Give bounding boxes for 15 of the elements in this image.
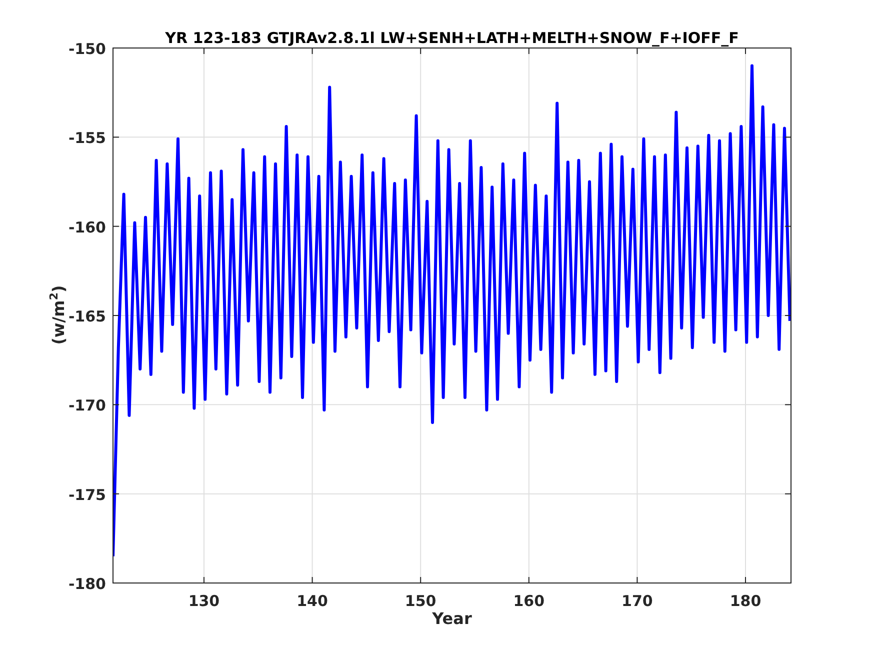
axis-tick-label: -180 <box>68 575 106 593</box>
axis-tick-label: 130 <box>188 592 220 610</box>
axis-tick-label: 170 <box>622 592 653 610</box>
axis-tick-label: 140 <box>296 592 328 610</box>
axis-tick-label: -170 <box>68 396 106 415</box>
axis-tick-label: 150 <box>404 592 436 610</box>
axis-tick-label: -175 <box>68 486 106 504</box>
axis-tick-label: -150 <box>68 40 106 58</box>
axis-tick-label: -165 <box>68 308 106 326</box>
axis-tick-label: 160 <box>513 592 545 610</box>
axis-tick-label: -160 <box>68 218 106 236</box>
x-axis-label: Year <box>432 609 472 628</box>
axis-tick-label: -155 <box>68 129 106 148</box>
axis-tick-label: 180 <box>730 592 762 610</box>
chart-title: YR 123-183 GTJRAv2.8.1l LW+SENH+LATH+MELTH+SNOW_F+IOFF_F <box>165 29 739 47</box>
